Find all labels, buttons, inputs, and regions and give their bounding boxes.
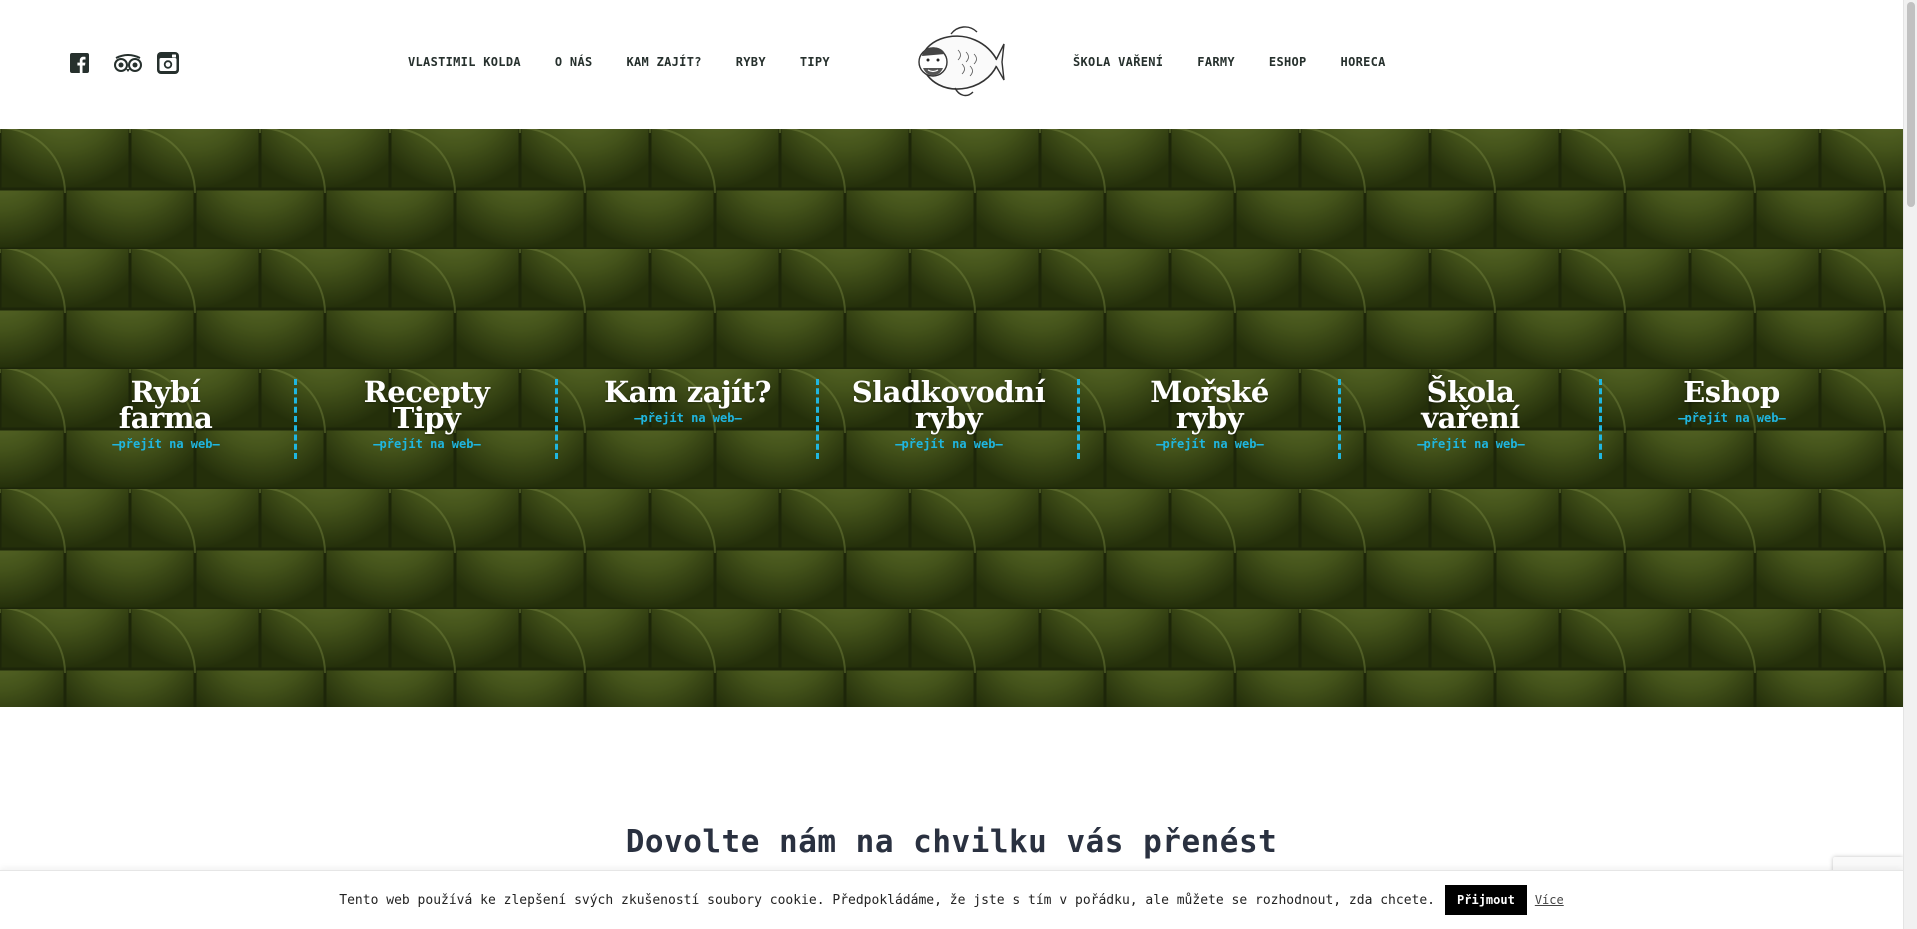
tile-title: Rybí farma <box>35 378 296 435</box>
site-header: VLASTIMIL KOLDA O NÁS KAM ZAJÍT? RYBY TI… <box>0 0 1903 129</box>
tile-eshop[interactable]: Eshop —přejít na web— <box>1601 375 1862 461</box>
main-nav-right: ŠKOLA VAŘENÍ FARMY ESHOP HORECA <box>1073 55 1420 69</box>
category-tiles: Rybí farma —přejít na web— Recepty Tipy … <box>0 375 1903 499</box>
tile-cta[interactable]: —přejít na web— <box>1079 437 1340 451</box>
tile-kam-zajit[interactable]: Kam zajít? —přejít na web— <box>557 375 818 461</box>
nav-kam-zajit[interactable]: KAM ZAJÍT? <box>627 55 702 69</box>
tile-title: Recepty Tipy <box>296 378 557 435</box>
tile-recepty-tipy[interactable]: Recepty Tipy —přejít na web— <box>296 378 557 461</box>
nav-o-nas[interactable]: O NÁS <box>555 55 593 69</box>
tile-title: Mořské ryby <box>1079 378 1340 435</box>
cookie-accept-button[interactable]: Přijmout <box>1445 885 1527 915</box>
tile-sladkovodni-ryby[interactable]: Sladkovodní ryby —přejít na web— <box>818 378 1079 461</box>
tile-title-line: ryby <box>1175 401 1244 435</box>
hero-banner: Rybí farma —přejít na web— Recepty Tipy … <box>0 129 1903 707</box>
tripadvisor-icon[interactable] <box>113 54 143 72</box>
section-title: Dovolte nám na chvilku vás přenést <box>625 824 1278 860</box>
tile-cta[interactable]: —přejít na web— <box>818 437 1079 451</box>
tile-title-line: Tipy <box>392 401 461 435</box>
facebook-icon[interactable] <box>70 53 89 73</box>
nav-tipy[interactable]: TIPY <box>800 55 830 69</box>
nav-horeca[interactable]: HORECA <box>1341 55 1386 69</box>
instagram-icon[interactable] <box>157 52 179 74</box>
cookie-bar: Tento web používá ke zlepšení svých zkuš… <box>0 870 1903 929</box>
tile-rybi-farma[interactable]: Rybí farma —přejít na web— <box>35 378 296 461</box>
tile-cta[interactable]: —přejít na web— <box>296 437 557 451</box>
scrollbar-thumb[interactable] <box>1907 2 1915 207</box>
tile-cta[interactable]: —přejít na web— <box>1601 411 1862 425</box>
tile-title-line: Kam zajít? <box>604 375 771 409</box>
tile-title-line: farma <box>118 401 213 435</box>
tile-title: Eshop <box>1601 375 1862 409</box>
cookie-message: Tento web používá ke zlepšení svých zkuš… <box>339 892 1436 908</box>
fish-with-face-logo[interactable] <box>903 22 1005 102</box>
nav-eshop[interactable]: ESHOP <box>1269 55 1307 69</box>
tile-cta[interactable]: —přejít na web— <box>1340 437 1601 451</box>
page-scrollbar[interactable] <box>1903 0 1917 929</box>
nav-vlastimil-kolda[interactable]: VLASTIMIL KOLDA <box>408 55 521 69</box>
tile-title-line: vaření <box>1421 401 1520 435</box>
tile-title-line: Eshop <box>1683 375 1780 409</box>
tile-title: Škola vaření <box>1340 378 1601 435</box>
tile-cta[interactable]: —přejít na web— <box>557 411 818 425</box>
main-nav-left: VLASTIMIL KOLDA O NÁS KAM ZAJÍT? RYBY TI… <box>408 55 864 69</box>
tile-title: Kam zajít? <box>557 375 818 409</box>
tile-title: Sladkovodní ryby <box>818 378 1079 433</box>
tile-skola-vareni[interactable]: Škola vaření —přejít na web— <box>1340 378 1601 461</box>
cookie-more-link[interactable]: Více <box>1535 893 1564 907</box>
tile-morske-ryby[interactable]: Mořské ryby —přejít na web— <box>1079 378 1340 461</box>
nav-ryby[interactable]: RYBY <box>736 55 766 69</box>
tile-cta[interactable]: —přejít na web— <box>35 437 296 451</box>
nav-farmy[interactable]: FARMY <box>1197 55 1235 69</box>
nav-skola-vareni[interactable]: ŠKOLA VAŘENÍ <box>1073 55 1163 69</box>
social-links <box>70 52 179 74</box>
